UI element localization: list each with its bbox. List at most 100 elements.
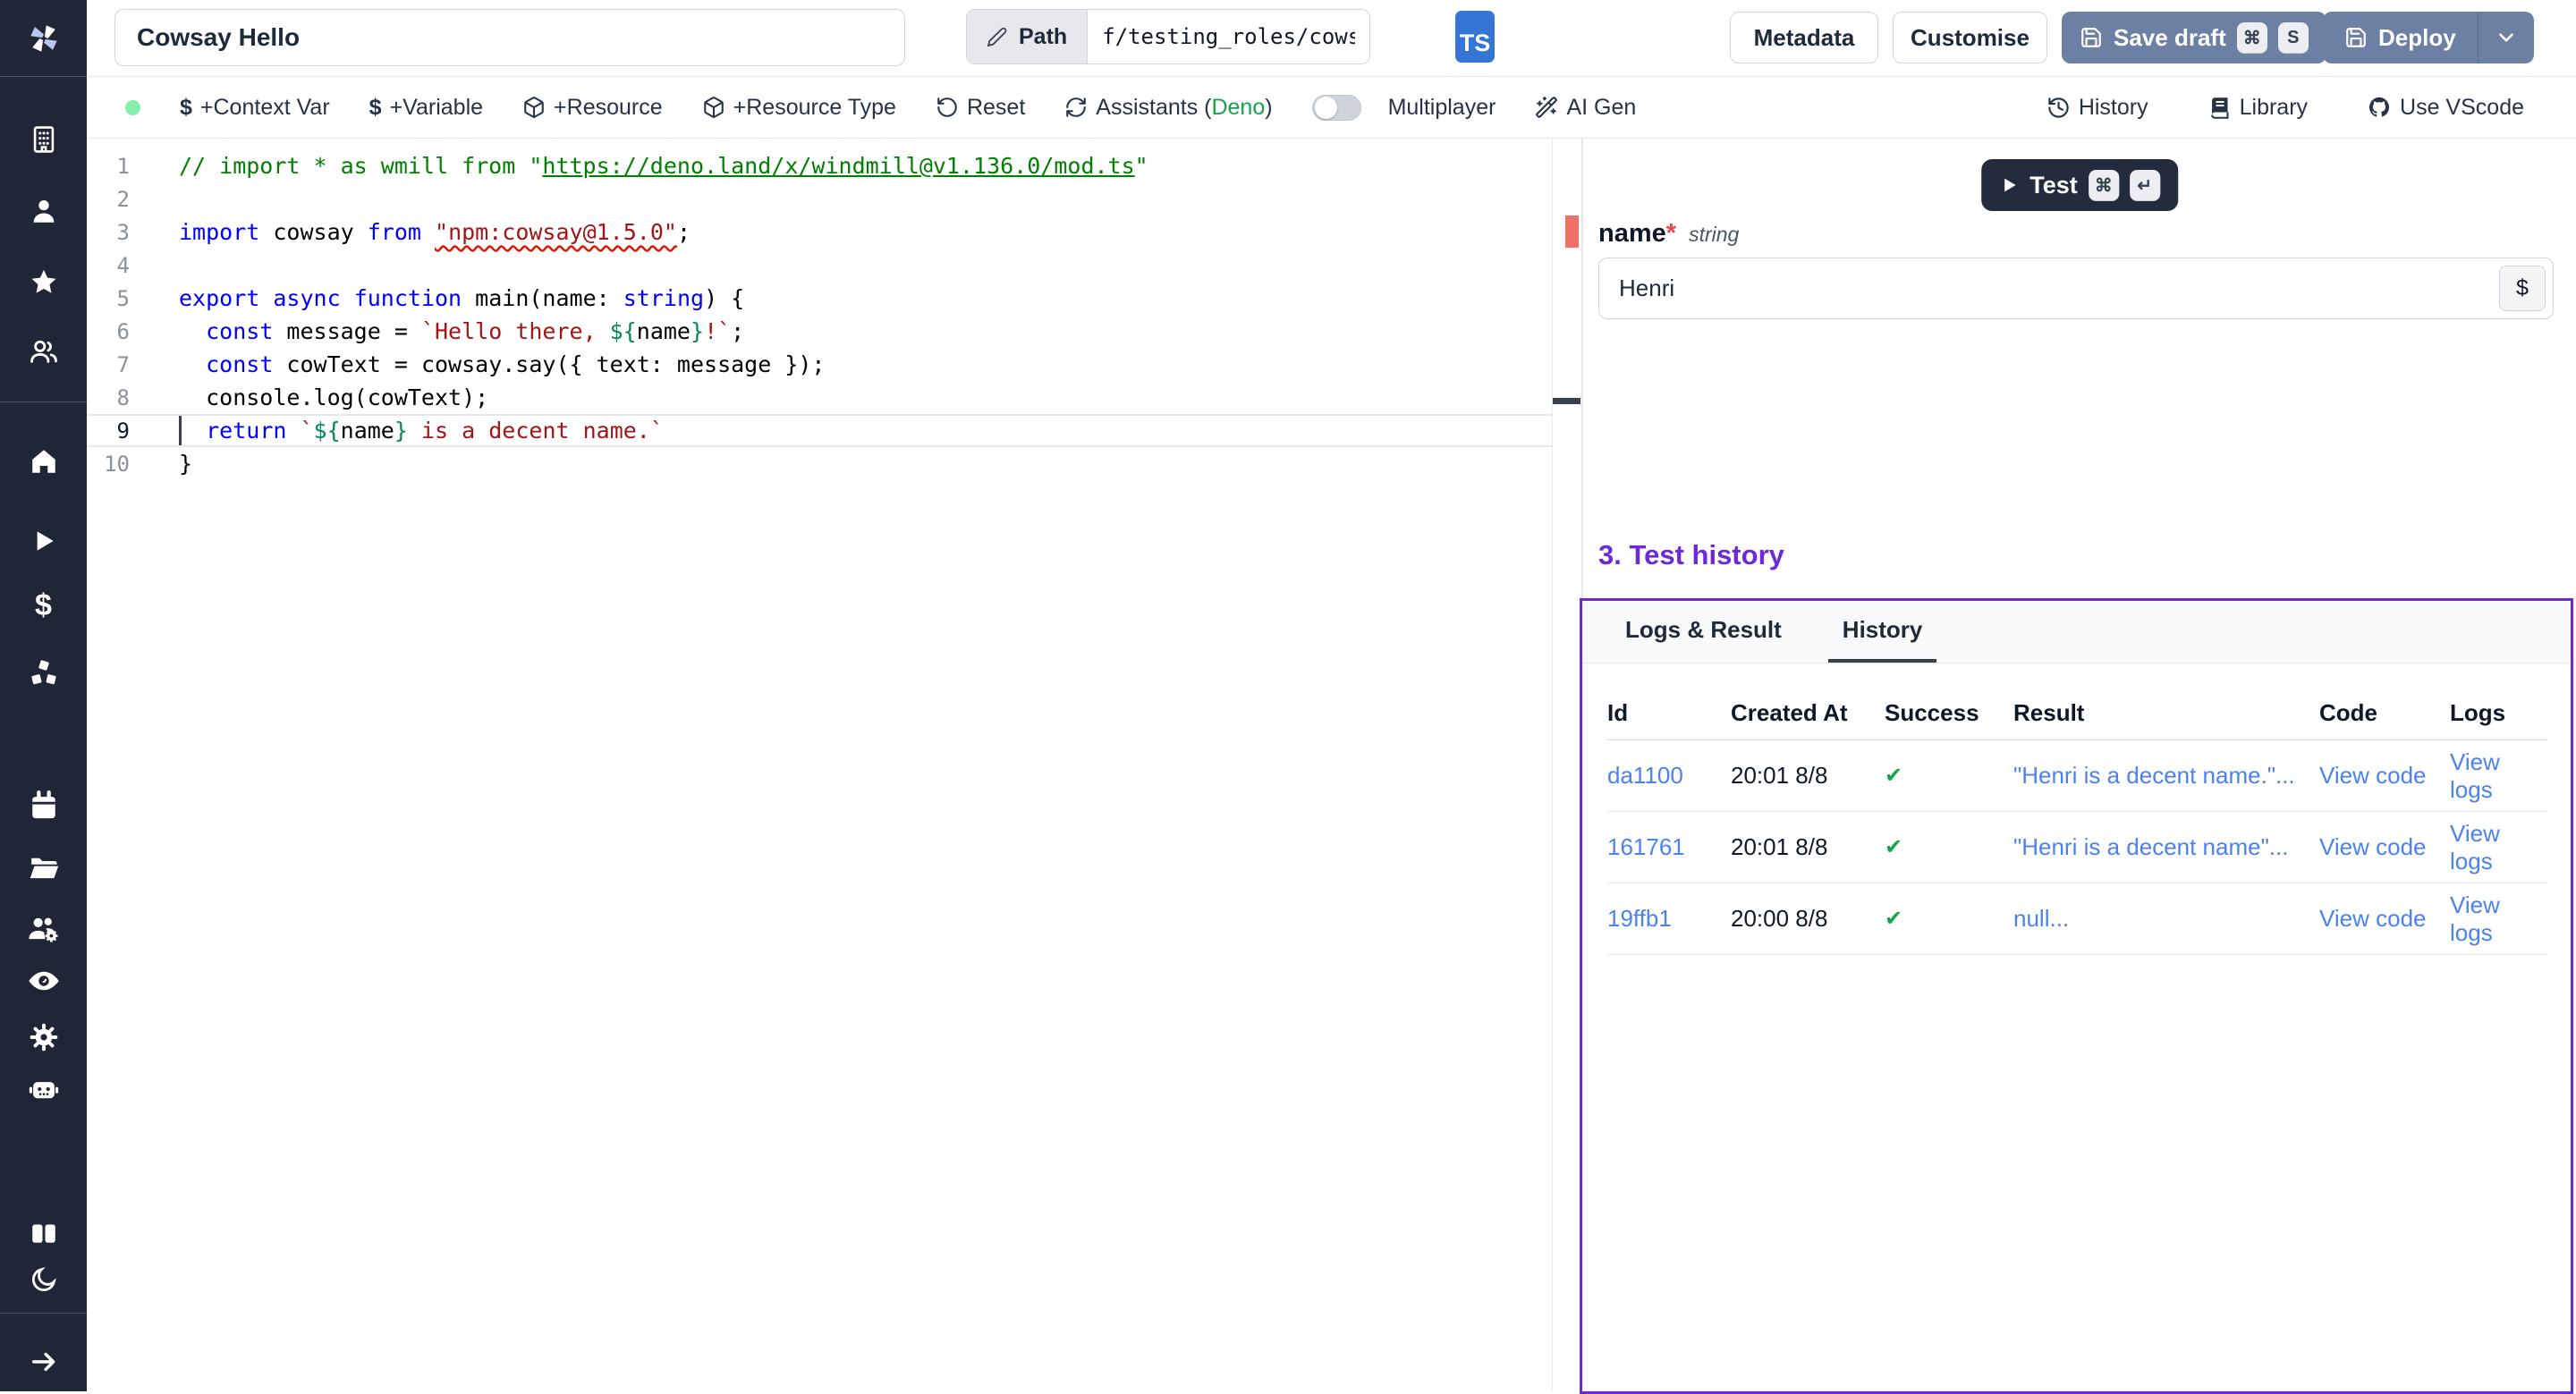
cmd-key-badge: ⌘ — [2237, 22, 2267, 53]
sidebar-item-workspace[interactable] — [0, 122, 87, 157]
line-number: 3 — [87, 220, 130, 245]
line-number: 9 — [87, 418, 130, 444]
code-line[interactable]: 3import cowsay from "npm:cowsay@1.5.0"; — [87, 215, 1552, 249]
view-code-link[interactable]: View code — [2319, 833, 2427, 860]
line-number: 7 — [87, 352, 130, 377]
ai-gen-label: AI Gen — [1566, 95, 1636, 121]
add-resource-type-button[interactable]: +Resource Type — [702, 95, 896, 121]
windmill-logo[interactable] — [0, 0, 87, 77]
field-name: name — [1598, 219, 1666, 248]
book-icon — [2207, 96, 2232, 120]
sidebar-item-favorites[interactable] — [0, 265, 87, 300]
line-number: 5 — [87, 286, 130, 311]
sidebar-item-workers[interactable] — [0, 911, 87, 947]
assistants-button[interactable]: Assistants (Deno) — [1064, 95, 1272, 121]
code-line[interactable]: 1// import * as wmill from "https://deno… — [87, 149, 1552, 182]
boxes-icon — [28, 658, 60, 690]
view-logs-link[interactable]: View logs — [2450, 891, 2500, 946]
code-line[interactable]: 7 const cowText = cowsay.say({ text: mes… — [87, 348, 1552, 381]
run-id-link[interactable]: da1100 — [1607, 762, 1683, 789]
cmd-key-badge: ⌘ — [2089, 170, 2119, 200]
sidebar-item-schedules[interactable] — [0, 788, 87, 824]
code-line[interactable]: 4 — [87, 249, 1552, 282]
path-button[interactable]: Path — [967, 10, 1088, 63]
field-type: string — [1689, 223, 1739, 247]
robot-icon — [27, 1072, 61, 1106]
script-title-input[interactable] — [114, 9, 905, 66]
sidebar-item-variables[interactable]: $ — [0, 587, 87, 623]
sidebar-item-home[interactable] — [0, 444, 87, 479]
code-line[interactable]: 8 console.log(cowText); — [87, 381, 1552, 414]
multiplayer-toggle[interactable] — [1312, 95, 1361, 121]
code-line[interactable]: 2 — [87, 182, 1552, 215]
users-icon — [29, 336, 59, 367]
library-button[interactable]: Library — [2207, 95, 2308, 121]
line-content: const cowText = cowsay.say({ text: messa… — [179, 351, 825, 377]
sidebar-item-settings[interactable] — [0, 1019, 87, 1055]
view-logs-link[interactable]: View logs — [2450, 820, 2500, 874]
add-resource-button[interactable]: +Resource — [522, 95, 663, 121]
reset-label: Reset — [967, 95, 1025, 121]
sidebar-item-docs[interactable] — [0, 1216, 87, 1252]
add-variable-button[interactable]: $ +Variable — [369, 95, 483, 121]
sidebar-item-dark-mode[interactable] — [0, 1262, 87, 1297]
code-line[interactable]: 6 const message = `Hello there, ${name}!… — [87, 315, 1552, 348]
sidebar-item-folders[interactable] — [0, 850, 87, 886]
sidebar-item-ai[interactable] — [0, 1071, 87, 1107]
result-link[interactable]: "Henri is a decent name"... — [2013, 833, 2289, 860]
code-line[interactable]: 10} — [87, 447, 1552, 480]
result-link[interactable]: "Henri is a decent name."... — [2013, 762, 2295, 789]
cursor-marker — [1553, 398, 1580, 404]
view-code-link[interactable]: View code — [2319, 762, 2427, 789]
tab-logs-result[interactable]: Logs & Result — [1611, 601, 1796, 663]
sidebar-item-groups[interactable] — [0, 334, 87, 369]
overview-ruler[interactable] — [1552, 139, 1581, 1391]
save-draft-button[interactable]: Save draft ⌘ S — [2062, 12, 2326, 63]
code-line[interactable]: 9 return `${name} is a decent name.` — [87, 414, 1552, 447]
tab-history[interactable]: History — [1828, 601, 1937, 663]
sidebar: $ — [0, 0, 87, 1391]
run-id-link[interactable]: 19ffb1 — [1607, 905, 1672, 932]
add-context-var-button[interactable]: $ +Context Var — [180, 95, 330, 121]
history-button[interactable]: History — [2046, 95, 2148, 121]
run-id-link[interactable]: 161761 — [1607, 833, 1685, 860]
sidebar-item-user[interactable] — [0, 193, 87, 229]
customise-button[interactable]: Customise — [1893, 12, 2047, 63]
deploy-button[interactable]: Deploy — [2323, 12, 2478, 63]
ai-gen-button[interactable]: AI Gen — [1535, 95, 1636, 121]
sidebar-item-resources[interactable] — [0, 656, 87, 692]
table-row: 161761 20:01 8/8 ✔ "Henri is a decent na… — [1607, 812, 2547, 883]
view-code-link[interactable]: View code — [2319, 905, 2427, 932]
sidebar-divider-top — [0, 401, 87, 402]
code-line[interactable]: 5export async function main(name: string… — [87, 282, 1552, 315]
code-editor[interactable]: 1// import * as wmill from "https://deno… — [87, 139, 1581, 1391]
live-status-dot — [125, 100, 140, 115]
deploy-label: Deploy — [2378, 24, 2456, 52]
metadata-button[interactable]: Metadata — [1730, 12, 1878, 63]
gear-icon — [28, 1021, 60, 1053]
magic-wand-icon — [1535, 96, 1558, 119]
reset-button[interactable]: Reset — [936, 95, 1025, 121]
editor-toolbar: $ +Context Var $ +Variable +Resource +Re… — [87, 77, 2576, 139]
test-history-panel: Logs & Result History Id Created At Succ… — [1580, 598, 2573, 1394]
test-history-title: 3. Test history — [1598, 539, 1784, 571]
dollar-icon: $ — [369, 95, 382, 121]
users-cog-icon — [27, 912, 61, 946]
sidebar-item-audit-logs[interactable] — [0, 963, 87, 999]
topbar: Path TS Metadata Customise Save draft ⌘ … — [87, 0, 2576, 77]
insert-variable-button[interactable]: $ — [2499, 266, 2546, 311]
deploy-dropdown-button[interactable] — [2478, 12, 2534, 63]
name-field-input[interactable] — [1598, 258, 2554, 319]
play-icon — [30, 527, 58, 555]
history-table-header: Id Created At Success Result Code Logs — [1607, 687, 2547, 740]
test-button[interactable]: Test ⌘ ↵ — [1981, 159, 2178, 211]
path-input[interactable] — [1088, 10, 1369, 63]
sidebar-item-runs[interactable] — [0, 523, 87, 559]
table-row: 19ffb1 20:00 8/8 ✔ null... View code Vie… — [1607, 883, 2547, 955]
view-logs-link[interactable]: View logs — [2450, 748, 2500, 803]
sidebar-expand-button[interactable] — [0, 1344, 87, 1380]
result-link[interactable]: null... — [2013, 905, 2069, 932]
use-vscode-button[interactable]: Use VScode — [2367, 95, 2524, 121]
add-resource-label: +Resource — [554, 95, 663, 121]
test-label: Test — [2029, 172, 2078, 199]
